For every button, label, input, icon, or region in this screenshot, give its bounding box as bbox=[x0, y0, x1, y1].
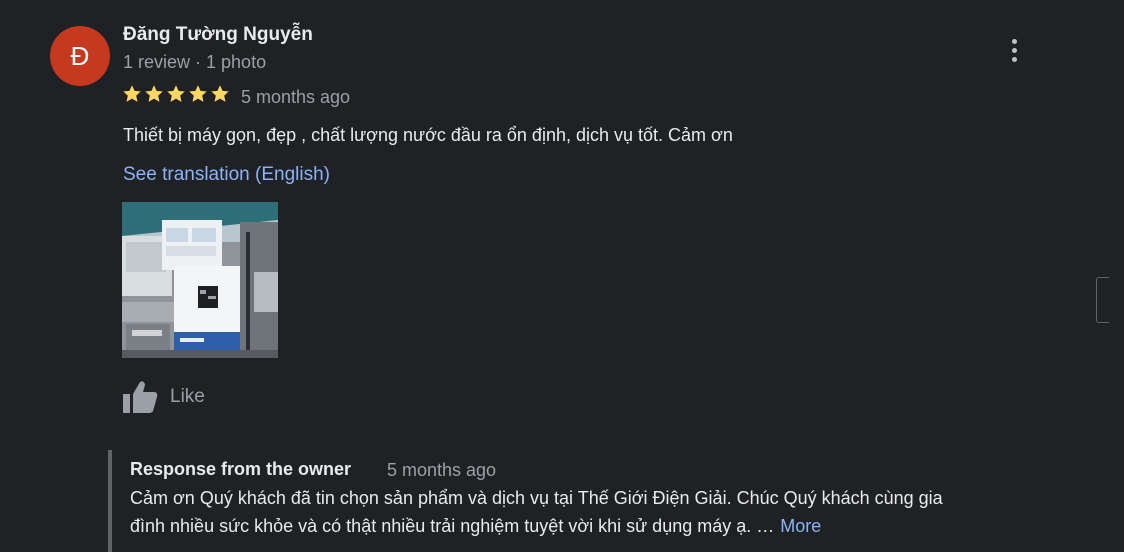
see-translation-link[interactable]: See translation (English) bbox=[123, 164, 330, 186]
like-button[interactable]: Like bbox=[122, 380, 205, 414]
more-link[interactable]: More bbox=[780, 516, 821, 536]
star-icon bbox=[211, 85, 229, 102]
review-time: 5 months ago bbox=[241, 87, 351, 107]
star-rating bbox=[122, 84, 230, 104]
review-text: Thiết bị máy gọn, đẹp , chất lượng nước … bbox=[123, 125, 733, 145]
owner-response-title: Response from the owner bbox=[130, 459, 352, 479]
star-icon bbox=[167, 85, 185, 102]
review-card: Đ Đăng Tường Nguyễn 1 review · 1 photo 5… bbox=[0, 0, 1124, 552]
star-icon bbox=[123, 85, 141, 102]
menu-dot bbox=[1011, 38, 1017, 44]
owner-response-text: đình nhiều sức khỏe và có thật nhiều trả… bbox=[130, 516, 775, 536]
scroll-handle[interactable] bbox=[1096, 277, 1109, 323]
thumb-up-icon bbox=[123, 381, 158, 413]
like-label: Like bbox=[170, 386, 205, 407]
author-meta: 1 review · 1 photo bbox=[123, 52, 267, 72]
owner-response-text-line-1: Cảm ơn Quý khách đã tin chọn sản phẩm và… bbox=[130, 488, 943, 508]
owner-response-time: 5 months ago bbox=[387, 460, 497, 480]
owner-response-text-line-2: đình nhiều sức khỏe và có thật nhiều trả… bbox=[130, 516, 821, 537]
review-photo[interactable] bbox=[122, 202, 278, 358]
star-icon bbox=[145, 85, 163, 102]
owner-response: Response from the owner 5 months ago Cảm… bbox=[108, 450, 1072, 552]
more-vert-icon[interactable] bbox=[1000, 34, 1028, 66]
author-avatar[interactable]: Đ bbox=[50, 26, 110, 86]
author-name[interactable]: Đăng Tường Nguyễn bbox=[123, 24, 313, 46]
menu-dot bbox=[1011, 56, 1017, 62]
menu-dot bbox=[1011, 47, 1017, 53]
star-icon bbox=[189, 85, 207, 102]
photo-image bbox=[122, 202, 278, 358]
